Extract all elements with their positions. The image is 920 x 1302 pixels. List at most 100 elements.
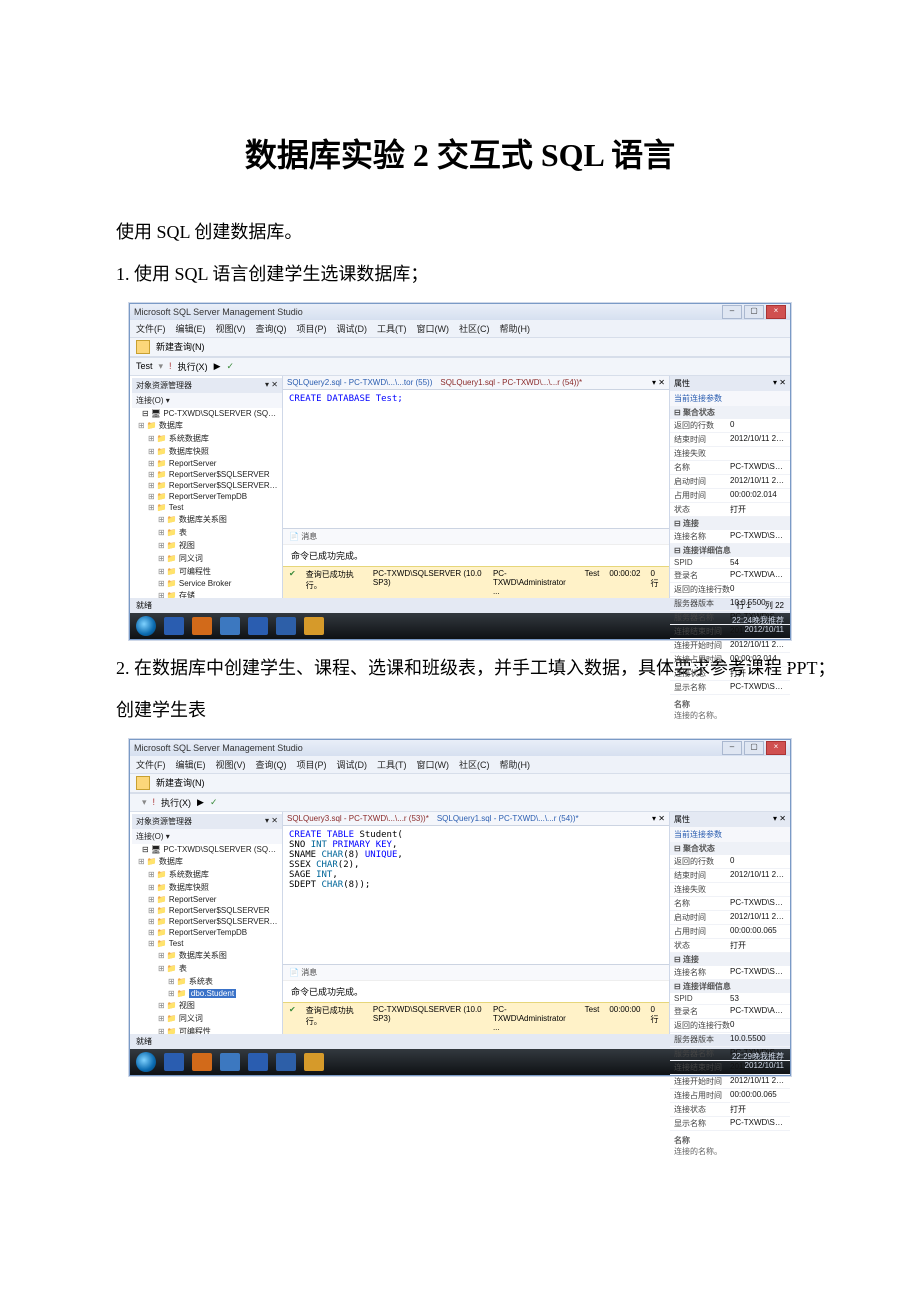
menu-item[interactable]: 项目(P) [297, 322, 327, 335]
tree-node[interactable]: ⊞📁 表 [132, 526, 282, 539]
close-button[interactable]: × [766, 305, 786, 319]
tree-node[interactable]: ⊞📁 ReportServer$SQLSERVERTempDB [132, 480, 282, 491]
menu-item[interactable]: 帮助(H) [500, 758, 531, 771]
tree-node[interactable]: ⊞📁 ReportServerTempDB [132, 927, 282, 938]
menu-item[interactable]: 社区(C) [459, 758, 490, 771]
menu-item[interactable]: 工具(T) [377, 322, 407, 335]
taskbar-item[interactable] [304, 617, 324, 635]
taskbar-item[interactable] [192, 1053, 212, 1071]
connect-button[interactable]: 连接(O) ▾ [136, 396, 170, 405]
menu-item[interactable]: 文件(F) [136, 758, 166, 771]
execute-button[interactable]: 执行(X) [178, 360, 208, 373]
tree-node[interactable]: ⊞📁 视图 [132, 999, 282, 1012]
success-icon: ✔ [289, 569, 296, 596]
taskbar-item[interactable] [164, 617, 184, 635]
tree-node[interactable]: ⊞📁 可编程性 [132, 565, 282, 578]
menu-item[interactable]: 调试(D) [337, 758, 368, 771]
tree-node[interactable]: ⊞📁 dbo.Student [132, 988, 282, 999]
menu-item[interactable]: 视图(V) [216, 758, 246, 771]
menu-item[interactable]: 视图(V) [216, 322, 246, 335]
tree-node[interactable]: ⊞📁 存储 [132, 589, 282, 598]
menu-item[interactable]: 查询(Q) [256, 322, 287, 335]
server-node[interactable]: ⊟ 🖥 PC-TXWD\SQLSERVER (SQL Server 10.0.5 [132, 844, 282, 855]
tree-node[interactable]: ⊞📁 同义词 [132, 1012, 282, 1025]
tree-node[interactable]: ⊞📁 系统表 [132, 975, 282, 988]
menu-item[interactable]: 工具(T) [377, 758, 407, 771]
tree-node[interactable]: ⊞📁 可编程性 [132, 1025, 282, 1034]
taskbar-item[interactable] [220, 1053, 240, 1071]
doc-title: 数据库实验 2 交互式 SQL 语言 [80, 130, 840, 176]
prop-footer-desc: 连接的名称。 [674, 1147, 722, 1156]
tree-node[interactable]: ⊞📁 视图 [132, 539, 282, 552]
menu-item[interactable]: 调试(D) [337, 322, 368, 335]
db-combo[interactable]: Test [136, 361, 153, 371]
new-query-icon[interactable] [136, 776, 150, 790]
taskbar-item[interactable] [248, 617, 268, 635]
property-row: 连接开始时间2012/10/11 22:29:33 [670, 1075, 790, 1089]
connect-button[interactable]: 连接(O) ▾ [136, 832, 170, 841]
menu-item[interactable]: 文件(F) [136, 322, 166, 335]
menu-item[interactable]: 窗口(W) [417, 322, 450, 335]
property-row: 连接占用时间00:00:02.014 [670, 653, 790, 667]
tree-node[interactable]: ⊞📁 ReportServer$SQLSERVERTempDB [132, 916, 282, 927]
menu-item[interactable]: 项目(P) [297, 758, 327, 771]
start-orb-icon[interactable] [136, 1052, 156, 1072]
tree-node[interactable]: ⊞📁 ReportServer [132, 894, 282, 905]
menu-item[interactable]: 编辑(E) [176, 322, 206, 335]
property-row: SPID53 [670, 993, 790, 1005]
tree-node[interactable]: ⊞📁 数据库快照 [132, 445, 282, 458]
sql-editor[interactable]: CREATE TABLE Student( SNO INT PRIMARY KE… [283, 826, 669, 964]
execute-button[interactable]: 执行(X) [161, 796, 191, 809]
tree-node[interactable]: ⊞📁 数据库 [132, 419, 282, 432]
menu-item[interactable]: 帮助(H) [500, 322, 531, 335]
debug-icon[interactable]: ▶ [214, 361, 221, 372]
taskbar-item[interactable] [304, 1053, 324, 1071]
tree-node[interactable]: ⊞📁 系统数据库 [132, 868, 282, 881]
minimize-button[interactable]: – [722, 741, 742, 755]
menu-item[interactable]: 社区(C) [459, 322, 490, 335]
editor-tab-1[interactable]: SQLQuery3.sql - PC-TXWD\...\...r (53))* [287, 814, 429, 823]
status-db: Test [585, 569, 600, 596]
new-query-icon[interactable] [136, 340, 150, 354]
menu-item[interactable]: 编辑(E) [176, 758, 206, 771]
taskbar-item[interactable] [220, 617, 240, 635]
tree-node[interactable]: ⊞📁 数据库 [132, 855, 282, 868]
editor-tab-2[interactable]: SQLQuery1.sql - PC-TXWD\...\...r (54))* [437, 814, 579, 823]
tree-node[interactable]: ⊞📁 数据库关系图 [132, 949, 282, 962]
tree-node[interactable]: ⊞📁 ReportServer [132, 458, 282, 469]
maximize-button[interactable]: ▢ [744, 305, 764, 319]
close-button[interactable]: × [766, 741, 786, 755]
messages-tab[interactable]: 消息 [301, 532, 317, 541]
tree-node[interactable]: ⊞📁 ReportServer$SQLSERVER [132, 469, 282, 480]
messages-tab[interactable]: 消息 [301, 968, 317, 977]
taskbar-item[interactable] [192, 617, 212, 635]
taskbar-item[interactable] [276, 617, 296, 635]
taskbar-item[interactable] [276, 1053, 296, 1071]
property-row: 登录名PC-TXWD\Administ [670, 1005, 790, 1019]
tree-node[interactable]: ⊞📁 数据库关系图 [132, 513, 282, 526]
new-query-button[interactable]: 新建查询(N) [156, 776, 205, 789]
tree-node[interactable]: ⊞📁 Test [132, 938, 282, 949]
start-orb-icon[interactable] [136, 616, 156, 636]
status-server: PC-TXWD\SQLSERVER (10.0 SP3) [373, 1005, 483, 1032]
new-query-button[interactable]: 新建查询(N) [156, 340, 205, 353]
menu-item[interactable]: 查询(Q) [256, 758, 287, 771]
tree-node[interactable]: ⊞📁 数据库快照 [132, 881, 282, 894]
server-node[interactable]: ⊟ 🖥 PC-TXWD\SQLSERVER (SQL Server 10.0.5 [132, 408, 282, 419]
tree-node[interactable]: ⊞📁 ReportServer$SQLSERVER [132, 905, 282, 916]
tree-node[interactable]: ⊞📁 系统数据库 [132, 432, 282, 445]
status-ready: 就绪 [136, 1036, 152, 1047]
menu-item[interactable]: 窗口(W) [417, 758, 450, 771]
maximize-button[interactable]: ▢ [744, 741, 764, 755]
tree-node[interactable]: ⊞📁 Test [132, 502, 282, 513]
tree-node[interactable]: ⊞📁 ReportServerTempDB [132, 491, 282, 502]
sql-editor[interactable]: CREATE DATABASE Test; [283, 390, 669, 528]
editor-tab-2[interactable]: SQLQuery1.sql - PC-TXWD\...\...r (54))* [440, 378, 582, 387]
taskbar-item[interactable] [248, 1053, 268, 1071]
tree-node[interactable]: ⊞📁 Service Broker [132, 578, 282, 589]
taskbar-item[interactable] [164, 1053, 184, 1071]
tree-node[interactable]: ⊞📁 表 [132, 962, 282, 975]
tree-node[interactable]: ⊞📁 同义词 [132, 552, 282, 565]
editor-tab-1[interactable]: SQLQuery2.sql - PC-TXWD\...\...tor (55)) [287, 378, 432, 387]
minimize-button[interactable]: – [722, 305, 742, 319]
